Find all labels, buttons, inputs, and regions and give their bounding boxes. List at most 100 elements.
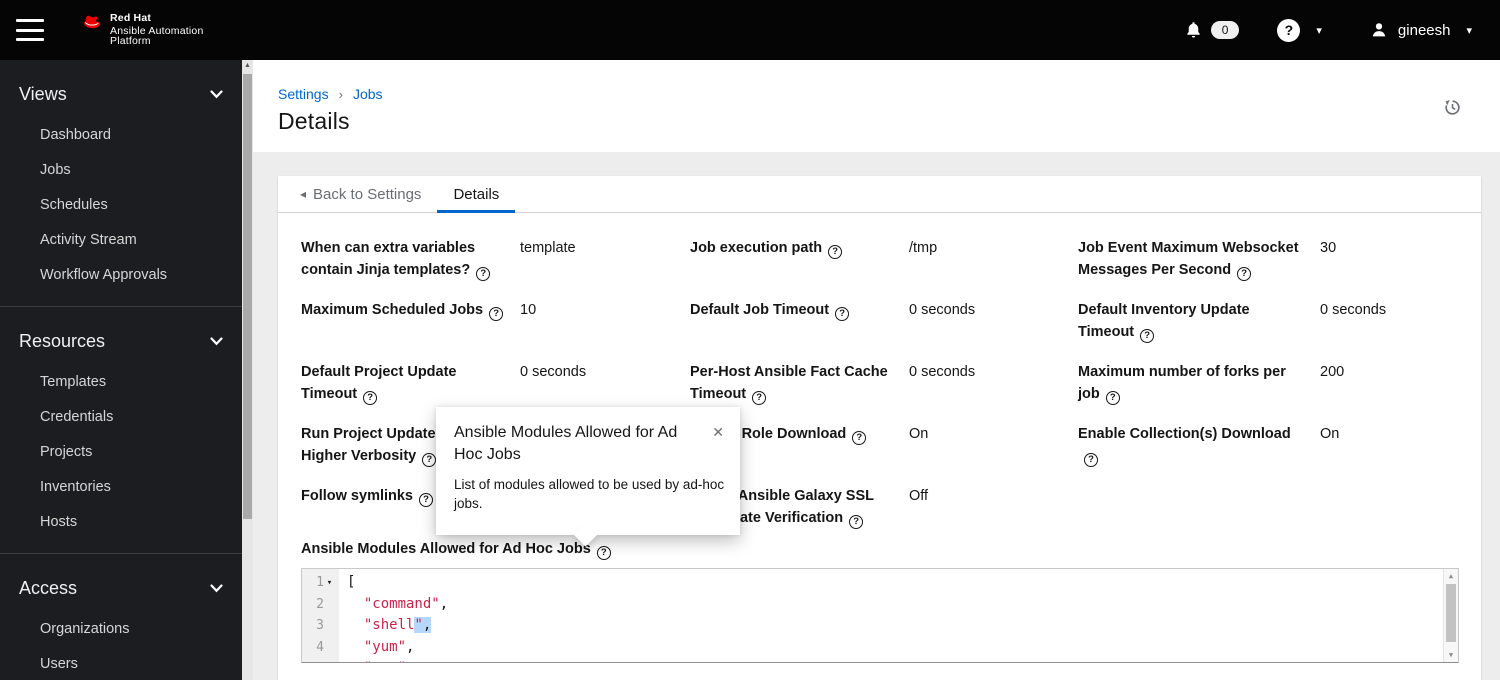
sidebar-item-credentials[interactable]: Credentials [19, 399, 223, 434]
user-icon [1370, 21, 1388, 39]
scrollbar-thumb[interactable] [243, 74, 252, 519]
brand-logo[interactable]: Red Hat Ansible Automation Platform [80, 13, 204, 47]
field-help-icon[interactable]: ? [852, 431, 867, 445]
field-help-icon[interactable]: ? [835, 307, 850, 321]
sidebar-item-workflow-approvals[interactable]: Workflow Approvals [19, 257, 223, 292]
code-gutter: 1▾ 2 3 4 5 [302, 569, 339, 662]
field-label: Job Event Maximum Websocket Messages Per… [1078, 240, 1299, 281]
sidebar-item-templates[interactable]: Templates [19, 364, 223, 399]
field-label: Maximum number of forks per job? [1078, 364, 1286, 405]
sidebar-scrollbar[interactable]: ▲ [242, 60, 253, 680]
field-help-icon[interactable]: ? [476, 267, 491, 281]
code-fold-icon[interactable]: ▾ [324, 578, 335, 588]
chevron-down-icon [210, 337, 223, 346]
sidebar-item-hosts[interactable]: Hosts [19, 504, 223, 539]
field-label: Enable Collection(s) Download? [1078, 426, 1291, 467]
field-help-icon[interactable]: ? [422, 453, 437, 467]
sidebar-item-dashboard[interactable]: Dashboard [19, 117, 223, 152]
user-name: gineesh [1397, 21, 1451, 39]
nav-group-views-header[interactable]: Views [19, 84, 223, 105]
field-help-icon[interactable]: ? [1105, 391, 1120, 405]
page-title: Details [278, 108, 350, 134]
main-content: Settings › Jobs Details ◂ Back to Settin… [253, 60, 1500, 680]
user-menu-caret-icon[interactable]: ▾ [1466, 24, 1472, 37]
sidebar-item-inventories[interactable]: Inventories [19, 469, 223, 504]
field-help-icon[interactable]: ? [849, 515, 864, 529]
nav-group-label: Resources [19, 331, 106, 351]
field-value: 0 seconds [520, 364, 587, 380]
sidebar: Views Dashboard Jobs Schedules Activity … [0, 60, 253, 680]
field-help-icon[interactable]: ? [1237, 267, 1252, 281]
breadcrumb-settings-link[interactable]: Settings [278, 86, 329, 102]
field-label [1078, 485, 1320, 529]
field-value: 200 [1320, 364, 1345, 380]
field-value: 0 seconds [909, 302, 976, 318]
popover-title: Ansible Modules Allowed for Ad Hoc Jobs [454, 424, 678, 463]
brand-text: Red Hat Ansible Automation Platform [110, 12, 204, 48]
field-value: template [520, 240, 576, 256]
scroll-up-icon[interactable]: ▲ [242, 62, 253, 69]
sidebar-item-projects[interactable]: Projects [19, 434, 223, 469]
adhoc-modules-code-editor[interactable]: 1▾ 2 3 4 5 [ "command", "shell", "yum", … [301, 568, 1459, 663]
close-icon[interactable]: ✕ [708, 422, 728, 466]
help-popover: Ansible Modules Allowed for Ad Hoc Jobs … [436, 407, 740, 547]
field-value: On [909, 426, 929, 442]
help-icon[interactable]: ? [1277, 18, 1301, 42]
field-value: /tmp [909, 240, 938, 256]
nav-toggle-icon[interactable] [16, 19, 44, 41]
sidebar-item-jobs[interactable]: Jobs [19, 152, 223, 187]
field-help-icon[interactable]: ? [596, 546, 611, 560]
code-scrollbar[interactable]: ▲ ▼ [1443, 569, 1458, 662]
field-value: On [1320, 426, 1340, 442]
tabs: ◂ Back to Settings Details [278, 176, 1481, 213]
page-header: Settings › Jobs Details [253, 60, 1500, 152]
field-help-icon[interactable]: ? [828, 245, 843, 259]
field-value: 0 seconds [1320, 302, 1387, 318]
field-label: Per-Host Ansible Fact Cache Timeout? [690, 364, 888, 405]
code-line: "apt", [347, 658, 1443, 662]
code-line: "shell", [347, 617, 432, 633]
tab-details[interactable]: Details [437, 176, 516, 213]
chevron-down-icon [210, 90, 223, 99]
nav-group-views: Views Dashboard Jobs Schedules Activity … [0, 60, 253, 306]
scrollbar-thumb[interactable] [1446, 584, 1456, 642]
chevron-down-icon [210, 584, 223, 593]
sidebar-item-users[interactable]: Users [19, 646, 223, 680]
nav-group-access-header[interactable]: Access [19, 578, 223, 599]
scroll-down-icon[interactable]: ▼ [1444, 651, 1458, 659]
bell-icon[interactable] [1184, 20, 1203, 40]
field-label: Default Project Update Timeout? [301, 364, 457, 405]
breadcrumb-jobs-link[interactable]: Jobs [353, 86, 383, 102]
scroll-up-icon[interactable]: ▲ [1444, 572, 1458, 580]
field-label: Default Inventory Update Timeout? [1078, 302, 1250, 343]
notification-count-badge[interactable]: 0 [1210, 21, 1240, 39]
nav-group-label: Access [19, 578, 78, 598]
field-help-icon[interactable]: ? [1084, 453, 1098, 467]
tab-back-to-settings[interactable]: ◂ Back to Settings [284, 176, 437, 212]
app-root: Red Hat Ansible Automation Platform 0 ? … [0, 0, 1500, 680]
user-menu[interactable]: gineesh ▾ [1370, 21, 1472, 39]
field-label: When can extra variables contain Jinja t… [301, 237, 520, 281]
field-value [1320, 485, 1461, 529]
redhat-hat-icon [80, 13, 104, 32]
code-content[interactable]: [ "command", "shell", "yum", "apt", [339, 569, 1443, 662]
field-label: Job execution path? [690, 237, 909, 281]
breadcrumb: Settings › Jobs [278, 86, 1500, 102]
nav-group-label: Views [19, 84, 67, 104]
sidebar-item-activity-stream[interactable]: Activity Stream [19, 222, 223, 257]
field-help-icon[interactable]: ? [489, 307, 504, 321]
masthead-tools: 0 ? ▾ gineesh ▾ [1184, 18, 1472, 42]
sidebar-item-organizations[interactable]: Organizations [19, 611, 223, 646]
field-label: Default Job Timeout? [690, 299, 909, 343]
history-icon[interactable] [1443, 98, 1462, 117]
nav-group-resources: Resources Templates Credentials Projects… [0, 306, 253, 553]
field-help-icon[interactable]: ? [752, 391, 767, 405]
help-menu-caret-icon[interactable]: ▾ [1316, 24, 1322, 37]
field-help-icon[interactable]: ? [1140, 329, 1155, 343]
sidebar-item-schedules[interactable]: Schedules [19, 187, 223, 222]
field-value: 0 seconds [909, 364, 976, 380]
field-value: 30 [1320, 240, 1337, 256]
nav-group-resources-header[interactable]: Resources [19, 331, 223, 352]
field-help-icon[interactable]: ? [419, 493, 433, 507]
field-help-icon[interactable]: ? [363, 391, 378, 405]
